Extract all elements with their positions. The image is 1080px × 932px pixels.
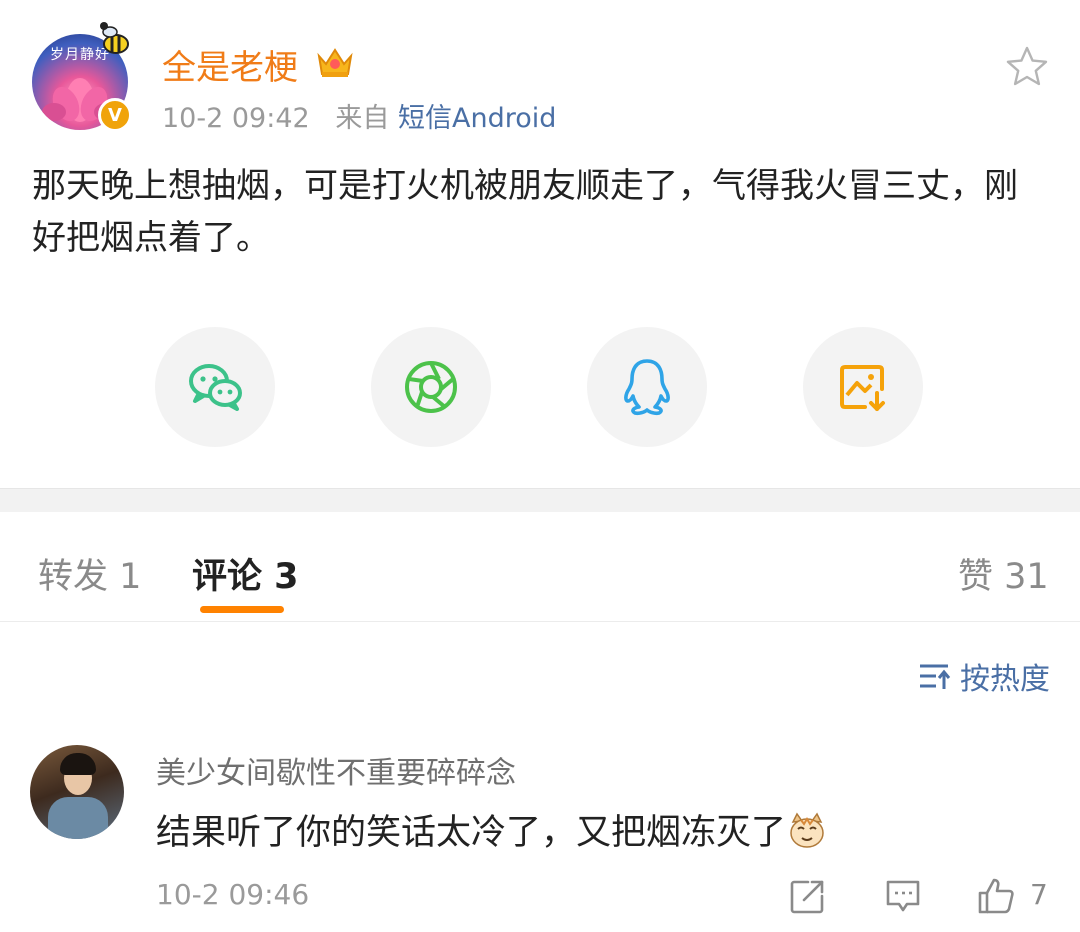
section-divider xyxy=(0,488,1080,512)
save-image-button[interactable] xyxy=(803,327,923,447)
comment-item: 美少女间歇性不重要碎碎念 结果听了你的笑话太冷了，又把烟冻灭了 10-2 09:… xyxy=(0,730,1080,932)
like-icon[interactable] xyxy=(976,876,1016,916)
share-qq-button[interactable] xyxy=(587,327,707,447)
share-moments-button[interactable] xyxy=(371,327,491,447)
post-text: 那天晚上想抽烟，可是打火机被朋友顺走了，气得我火冒三丈，刚好把烟点着了。 xyxy=(32,166,1018,258)
sort-icon xyxy=(920,664,951,689)
verified-badge: V xyxy=(98,98,132,132)
sort-label: 按热度 xyxy=(960,662,1050,697)
commenter-name[interactable]: 美少女间歇性不重要碎碎念 xyxy=(156,748,516,792)
tab-repost[interactable]: 转发 1 xyxy=(38,548,141,599)
moments-icon xyxy=(405,361,457,413)
commenter-avatar[interactable] xyxy=(30,745,124,839)
tab-comments[interactable]: 评论 3 xyxy=(192,548,299,599)
sort-toggle[interactable]: 按热度 xyxy=(918,656,1050,697)
comment-text: 结果听了你的笑话太冷了，又把烟冻灭了 xyxy=(156,804,826,855)
post-time: 10-2 09:42 xyxy=(162,103,310,134)
like-count: 7 xyxy=(1030,878,1048,911)
comment-text-body: 结果听了你的笑话太冷了，又把烟冻灭了 xyxy=(156,813,787,853)
post-meta: 10-2 09:42 来自 短信Android xyxy=(162,96,556,135)
post-source[interactable]: 短信Android xyxy=(398,103,556,134)
poster-username[interactable]: 全是老梗 xyxy=(162,40,298,89)
crown-icon[interactable] xyxy=(316,44,354,80)
poster-avatar[interactable]: 岁月静好 V xyxy=(32,22,132,132)
active-tab-indicator xyxy=(200,606,284,613)
avatar-figure-body xyxy=(48,797,108,839)
save-image-icon xyxy=(840,365,885,411)
bee-icon xyxy=(100,22,129,54)
avatar-figure-hair xyxy=(60,753,96,775)
qq-icon xyxy=(624,359,670,416)
comment-time: 10-2 09:46 xyxy=(156,878,310,911)
repost-icon[interactable] xyxy=(788,876,828,916)
share-row xyxy=(155,327,925,447)
source-prefix: 来自 xyxy=(335,103,390,134)
favorite-star-icon[interactable] xyxy=(1004,44,1050,90)
post-card: 岁月静好 V 全是老梗 10-2 09:42 来自 短信Android 那天晚上… xyxy=(0,0,1080,488)
wechat-icon xyxy=(189,364,242,411)
cat-emoji-icon xyxy=(790,812,824,848)
comment-tabs: 转发 1 评论 3 赞 31 xyxy=(0,512,1080,622)
reply-icon[interactable] xyxy=(883,876,923,916)
share-wechat-button[interactable] xyxy=(155,327,275,447)
tab-likes[interactable]: 赞 31 xyxy=(958,548,1049,599)
